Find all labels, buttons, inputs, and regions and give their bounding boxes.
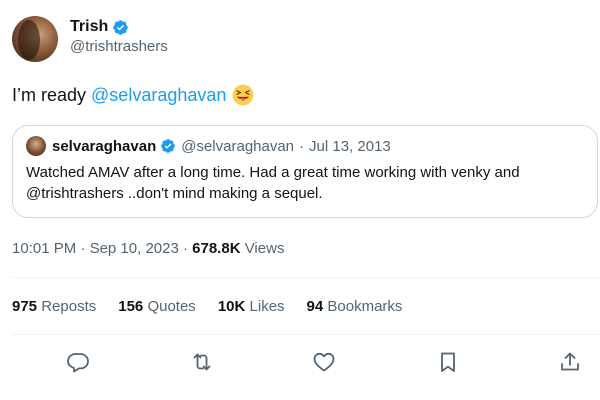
author-names: Trish @trishtrashers [70,18,168,55]
quoted-text-line-1: Watched AMAV after a long time. Had a gr… [26,164,520,181]
share-icon [561,352,579,371]
views-count: 678.8K [192,240,241,257]
like-button[interactable] [312,350,336,374]
display-name-row: Trish [70,18,168,36]
author-handle[interactable]: @trishtrashers [70,38,168,55]
reply-button[interactable] [66,350,90,374]
mention-link[interactable]: @selvaraghavan [91,85,226,106]
divider [12,334,600,335]
tweet-time[interactable]: 10:01 PM [12,240,76,257]
quotes-stat[interactable]: 156 Quotes [118,298,196,315]
timestamp-separator: · [182,240,188,257]
divider [12,277,600,278]
quoted-date: Jul 13, 2013 [309,137,391,155]
reposts-count: 975 [12,298,38,315]
heart-icon [313,352,335,372]
verified-badge-icon [161,139,176,153]
likes-label: Likes [249,298,285,315]
quoted-tweet-body: Watched AMAV after a long time. Had a gr… [26,162,584,204]
likes-stat[interactable]: 10K Likes [218,298,285,315]
quoted-separator: · [299,137,305,155]
share-button[interactable] [558,350,582,374]
avatar[interactable] [12,16,58,62]
squinting-face-with-tongue-emoji-icon [233,84,254,106]
engagement-stats: 975 Reposts 156 Quotes 10K Likes 94 Book… [12,298,424,315]
verified-badge-icon [113,19,128,35]
quotes-label: Quotes [147,298,196,315]
repost-button[interactable] [190,350,214,374]
reposts-stat[interactable]: 975 Reposts [12,298,96,315]
views-label: Views [244,240,285,257]
bookmarks-stat[interactable]: 94 Bookmarks [307,298,403,315]
bookmarks-count: 94 [306,298,324,315]
display-name[interactable]: Trish [70,18,108,36]
quoted-tweet-header: selvaraghavan @selvaraghavan · Jul 13, 2… [26,136,584,156]
quotes-count: 156 [118,298,144,315]
quoted-avatar [26,136,46,156]
quoted-handle: @selvaraghavan [181,137,295,155]
tweet-timestamp: 10:01 PM · Sep 10, 2023 · 678.8K Views [12,240,284,257]
repost-icon [193,353,211,371]
quoted-tweet[interactable]: selvaraghavan @selvaraghavan · Jul 13, 2… [12,125,598,218]
likes-count: 10K [217,298,246,315]
quoted-text-line-2: @trishtrashers ..don't mind making a seq… [26,185,323,202]
tweet-header: Trish @trishtrashers [12,16,168,62]
timestamp-separator: · [80,240,86,257]
tweet-date[interactable]: Sep 10, 2023 [90,240,179,257]
reposts-label: Reposts [41,298,97,315]
tweet-text-prefix: I’m ready [12,84,87,105]
action-bar [0,346,600,378]
tweet-text: I’m ready @selvaraghavan [12,84,254,106]
bookmark-icon [441,352,455,372]
bookmark-button[interactable] [436,350,460,374]
quoted-display-name: selvaraghavan [52,137,157,155]
reply-icon [67,353,89,373]
bookmarks-label: Bookmarks [327,298,403,315]
